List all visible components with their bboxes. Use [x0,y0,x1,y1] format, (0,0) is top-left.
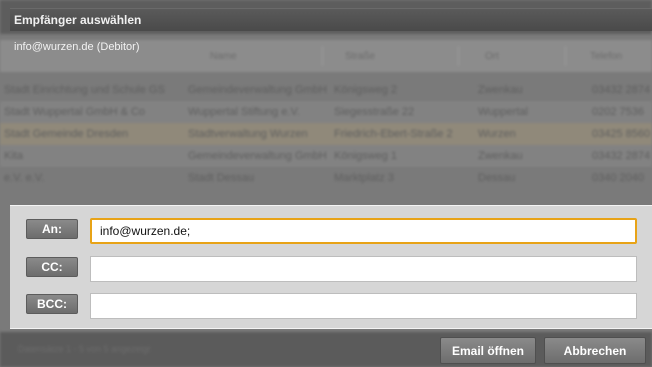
to-input[interactable] [90,218,637,244]
to-row: An: [10,218,652,246]
bcc-input[interactable] [90,293,637,319]
cc-input[interactable] [90,256,637,282]
dialog-title: Empfänger auswählen [14,13,142,27]
dialog-subtitle: info@wurzen.de (Debitor) [14,41,140,53]
dialog-title-bar[interactable]: Empfänger auswählen [10,8,652,31]
cancel-button[interactable]: Abbrechen [544,337,646,364]
to-button[interactable]: An: [26,219,78,239]
bcc-button[interactable]: BCC: [26,294,78,314]
cc-button[interactable]: CC: [26,257,78,277]
bcc-row: BCC: [10,293,652,321]
recipient-panel: An: CC: BCC: [10,205,652,329]
recipient-dialog: Empfänger auswählen info@wurzen.de (Debi… [10,8,652,367]
cc-row: CC: [10,256,652,284]
open-email-button[interactable]: Email öffnen [440,337,536,364]
